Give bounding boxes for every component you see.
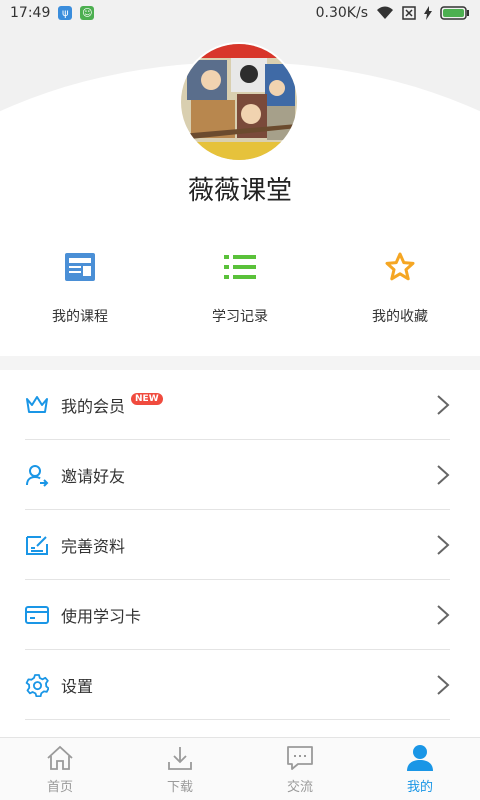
new-badge: NEW	[131, 393, 163, 405]
chevron-right-icon	[437, 395, 450, 415]
battery-icon	[440, 6, 469, 20]
menu-item-study-card[interactable]: 使用学习卡	[0, 580, 480, 650]
menu-item-label: 邀请好友	[61, 467, 126, 486]
user-icon	[406, 744, 434, 772]
menu-item-label: 使用学习卡	[61, 607, 142, 626]
android-icon: ☺	[80, 6, 95, 20]
wifi-icon	[377, 6, 393, 19]
menu-item-membership[interactable]: 我的会员 NEW	[0, 370, 480, 440]
status-bar: 17:49 ψ ☺ 0.30K/s	[0, 0, 480, 26]
bottom-tab-bar: 首页 下载 交流 我的	[0, 737, 480, 800]
quick-action-label: 我的收藏	[372, 309, 428, 325]
usb-icon: ψ	[58, 6, 73, 20]
course-card-icon	[63, 250, 97, 284]
menu-item-complete-profile[interactable]: 完善资料	[0, 510, 480, 580]
card-icon	[25, 603, 49, 627]
star-icon	[383, 250, 417, 284]
tab-label: 下载	[166, 779, 193, 795]
tab-community[interactable]: 交流	[240, 738, 360, 800]
avatar[interactable]	[181, 44, 297, 160]
menu-item-settings[interactable]: 设置	[0, 650, 480, 720]
chevron-right-icon	[437, 535, 450, 555]
crown-icon	[25, 393, 49, 417]
chevron-right-icon	[437, 605, 450, 625]
status-time: 17:49	[10, 5, 51, 21]
section-gap	[0, 356, 480, 370]
tab-label: 交流	[286, 779, 313, 795]
quick-action-label: 我的课程	[52, 309, 108, 325]
list-icon	[223, 250, 257, 284]
invite-user-icon	[25, 463, 49, 487]
tab-download[interactable]: 下载	[120, 738, 240, 800]
quick-actions: 我的课程 学习记录 我的收藏	[0, 250, 480, 340]
username: 薇薇课堂	[187, 176, 292, 206]
home-icon	[46, 744, 74, 772]
menu-item-label: 设置	[61, 677, 94, 696]
tab-label: 首页	[46, 779, 73, 795]
edit-profile-icon	[25, 533, 49, 557]
quick-action-favorites[interactable]: 我的收藏	[320, 250, 480, 340]
tab-label: 我的	[406, 779, 433, 795]
divider	[25, 719, 450, 720]
download-icon	[166, 744, 194, 772]
network-speed: 0.30K/s	[315, 5, 368, 21]
chat-icon	[286, 744, 314, 772]
chevron-right-icon	[437, 675, 450, 695]
quick-action-label: 学习记录	[212, 309, 268, 325]
charging-icon	[424, 6, 432, 20]
menu-item-label: 完善资料	[61, 537, 126, 556]
menu-item-invite-friends[interactable]: 邀请好友	[0, 440, 480, 510]
quick-action-my-courses[interactable]: 我的课程	[0, 250, 160, 340]
tab-mine[interactable]: 我的	[360, 738, 480, 800]
settings-menu: 我的会员 NEW 邀请好友 完善资料 使用学习卡 设置	[0, 370, 480, 720]
tab-home[interactable]: 首页	[0, 738, 120, 800]
gear-icon	[25, 673, 49, 697]
menu-item-label: 我的会员	[61, 397, 126, 416]
chevron-right-icon	[437, 465, 450, 485]
sim-icon	[402, 6, 416, 20]
quick-action-study-record[interactable]: 学习记录	[160, 250, 320, 340]
